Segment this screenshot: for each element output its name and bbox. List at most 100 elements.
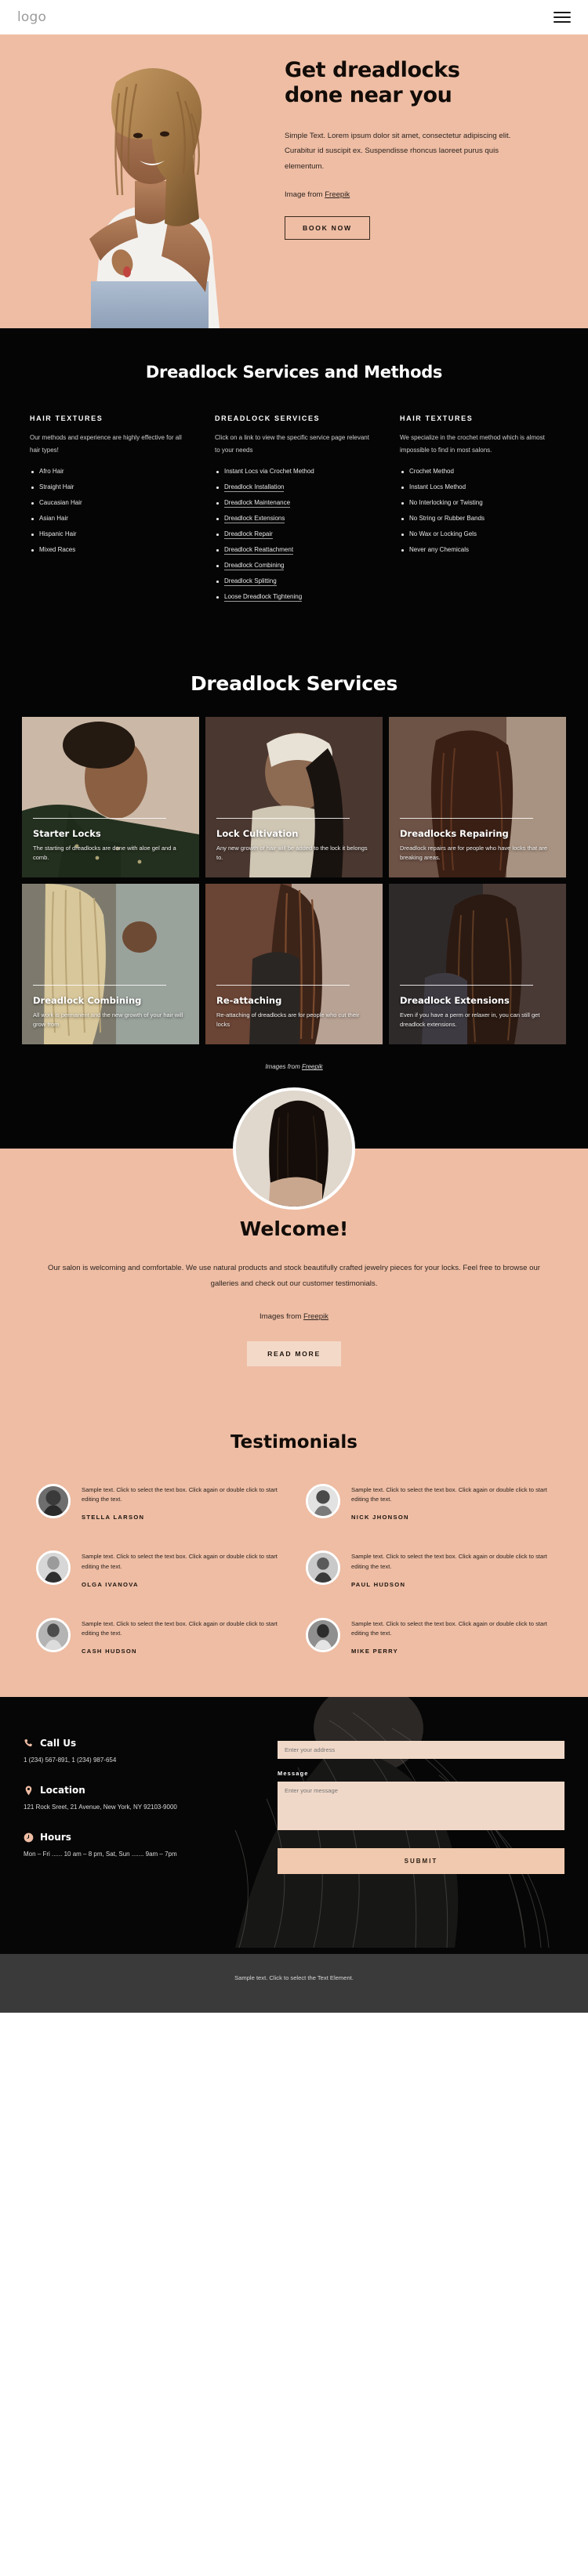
- testimonial-text: Sample text. Click to select the text bo…: [82, 1485, 278, 1503]
- welcome-credit-link[interactable]: Freepik: [303, 1312, 328, 1321]
- message-textarea[interactable]: [278, 1782, 564, 1831]
- list-item-link[interactable]: Dreadlock Maintenance: [215, 498, 373, 508]
- methods-columns: HAIR TEXTURES Our methods and experience…: [30, 414, 558, 608]
- address-input[interactable]: [278, 1741, 564, 1760]
- methods-title: Dreadlock Services and Methods: [145, 363, 443, 382]
- list-item-label: Crochet Method: [409, 468, 454, 476]
- card-text: Even if you have a perm or relaxer in, y…: [400, 1011, 540, 1028]
- gallery-credit-link[interactable]: Freepik: [302, 1063, 323, 1070]
- list-item: No Wax or Locking Gels: [400, 530, 558, 539]
- footer-bar: Sample text. Click to select the Text El…: [0, 1954, 588, 2013]
- list-item-link[interactable]: Loose Dreadlock Tightening: [215, 592, 373, 602]
- hero-credit-prefix: Image from: [285, 190, 325, 199]
- avatar-photo: [38, 1619, 68, 1650]
- hero-description: Simple Text. Lorem ipsum dolor sit amet,…: [285, 131, 511, 172]
- avatar-photo: [38, 1485, 68, 1516]
- contact-form: Message SUBMIT: [278, 1738, 564, 1879]
- testimonial-avatar: [36, 1617, 71, 1652]
- methods-column-dreadlock-services: DREADLOCK SERVICES Click on a link to vi…: [215, 414, 373, 608]
- list-item: Asian Hair: [30, 514, 188, 523]
- gallery-card[interactable]: Dreadlock Combining All work is permanen…: [22, 884, 199, 1045]
- list-item-label: Instant Locs Method: [409, 483, 466, 491]
- list-item-link[interactable]: Dreadlock Reattachment: [215, 545, 373, 555]
- list-item: Mixed Races: [30, 545, 188, 555]
- gallery-card[interactable]: Dreadlock Extensions Even if you have a …: [389, 884, 566, 1045]
- hamburger-menu-icon[interactable]: [554, 12, 571, 23]
- card-caption: Starter Locks The starting of dreadlocks…: [33, 817, 188, 862]
- card-title: Dreadlock Extensions: [400, 994, 510, 1006]
- gallery-card[interactable]: Dreadlocks Repairing Dreadlock repairs a…: [389, 717, 566, 878]
- site-logo[interactable]: logo: [17, 9, 46, 25]
- card-rule: [33, 817, 167, 819]
- contact-location-block: Location 121 Rock Sreet, 21 Avenue, New …: [24, 1785, 259, 1813]
- gallery-card[interactable]: Lock Cultivation Any new growth of hair …: [205, 717, 383, 878]
- gallery-card[interactable]: Starter Locks The starting of dreadlocks…: [22, 717, 199, 878]
- testimonial-text: Sample text. Click to select the text bo…: [351, 1485, 547, 1503]
- list-item-label[interactable]: Dreadlock Extensions: [224, 515, 285, 524]
- list-item-label[interactable]: Dreadlock Installation: [224, 483, 285, 493]
- contact-location-head: Location: [24, 1785, 259, 1796]
- methods-column-hair-textures-left: HAIR TEXTURES Our methods and experience…: [30, 414, 188, 608]
- contact-call-title: Call Us: [40, 1738, 77, 1749]
- methods-section: Dreadlock Services and Methods HAIR TEXT…: [0, 328, 588, 646]
- list-item-link[interactable]: Dreadlock Extensions: [215, 514, 373, 524]
- gallery-card[interactable]: Re-attaching Re-attaching of dreadlocks …: [205, 884, 383, 1045]
- contact-hours-head: Hours: [24, 1832, 259, 1843]
- welcome-photo: [236, 1091, 352, 1207]
- testimonial-avatar: [36, 1483, 71, 1518]
- contact-hours-title: Hours: [40, 1832, 71, 1843]
- list-item-link[interactable]: Dreadlock Installation: [215, 483, 373, 493]
- testimonials-section: Testimonials Sample text. Click to selec…: [0, 1406, 588, 1698]
- list-item-link[interactable]: Dreadlock Repair: [215, 530, 373, 540]
- testimonial-name: MIKE PERRY: [351, 1648, 398, 1655]
- testimonial-body: Sample text. Click to select the text bo…: [82, 1618, 282, 1655]
- card-rule: [400, 984, 534, 986]
- list-item-label[interactable]: Dreadlock Combining: [224, 562, 285, 571]
- card-caption: Dreadlock Combining All work is permanen…: [33, 984, 188, 1029]
- contact-hours-value: Mon – Fri ...... 10 am – 8 pm, Sat, Sun …: [24, 1851, 177, 1858]
- welcome-paragraph: Our salon is welcoming and comfortable. …: [48, 1264, 540, 1289]
- hero-photo: [89, 67, 220, 328]
- column-paragraph: We specialize in the crochet method whic…: [400, 434, 545, 454]
- list-item-label[interactable]: Dreadlock Repair: [224, 530, 273, 540]
- hero-section: Get dreadlocks done near you Simple Text…: [0, 34, 588, 328]
- welcome-credit-prefix: Images from: [260, 1312, 303, 1322]
- list-item-label[interactable]: Dreadlock Splitting: [224, 577, 277, 587]
- list-item-label: Hispanic Hair: [39, 530, 77, 538]
- avatar-photo: [308, 1485, 338, 1516]
- list-item: Hispanic Hair: [30, 530, 188, 539]
- card-title: Starter Locks: [33, 827, 101, 839]
- testimonial-item: Sample text. Click to select the text bo…: [36, 1617, 282, 1655]
- welcome-credit: Images from Freepik: [47, 1309, 541, 1325]
- avatar-photo: [38, 1553, 68, 1583]
- avatar-photo: [308, 1553, 338, 1583]
- testimonial-name: CASH HUDSON: [82, 1648, 137, 1655]
- card-rule: [400, 817, 534, 819]
- list-item-label[interactable]: Dreadlock Reattachment: [224, 546, 294, 555]
- testimonial-item: Sample text. Click to select the text bo…: [36, 1483, 282, 1521]
- hero-credit-link[interactable]: Freepik: [325, 190, 350, 199]
- testimonial-body: Sample text. Click to select the text bo…: [351, 1484, 552, 1521]
- book-now-button[interactable]: BOOK NOW: [285, 215, 370, 240]
- column-heading: HAIR TEXTURES: [30, 414, 103, 422]
- testimonial-name: OLGA IVANOVA: [82, 1580, 139, 1588]
- list-item-label: Straight Hair: [39, 483, 74, 491]
- submit-button[interactable]: SUBMIT: [278, 1848, 564, 1875]
- list-item-label[interactable]: Dreadlock Maintenance: [224, 499, 291, 508]
- testimonial-text: Sample text. Click to select the text bo…: [351, 1619, 547, 1637]
- list-item: Caucasian Hair: [30, 498, 188, 508]
- list-item-label: No Wax or Locking Gels: [409, 530, 477, 538]
- list-item: Instant Locs via Crochet Method: [215, 467, 373, 476]
- testimonial-item: Sample text. Click to select the text bo…: [306, 1483, 552, 1521]
- read-more-button[interactable]: READ MORE: [247, 1340, 341, 1366]
- list-item-label[interactable]: Loose Dreadlock Tightening: [224, 593, 303, 602]
- testimonials-grid: Sample text. Click to select the text bo…: [36, 1483, 552, 1655]
- card-rule: [33, 984, 167, 986]
- list-item-link[interactable]: Dreadlock Combining: [215, 561, 373, 571]
- testimonial-avatar: [306, 1617, 340, 1652]
- list-item-label: No Interlocking or Twisting: [409, 499, 483, 507]
- column-list: Crochet Method Instant Locs Method No In…: [400, 467, 558, 555]
- list-item: Never any Chemicals: [400, 545, 558, 555]
- list-item-link[interactable]: Dreadlock Splitting: [215, 577, 373, 587]
- clock-icon: [24, 1833, 34, 1843]
